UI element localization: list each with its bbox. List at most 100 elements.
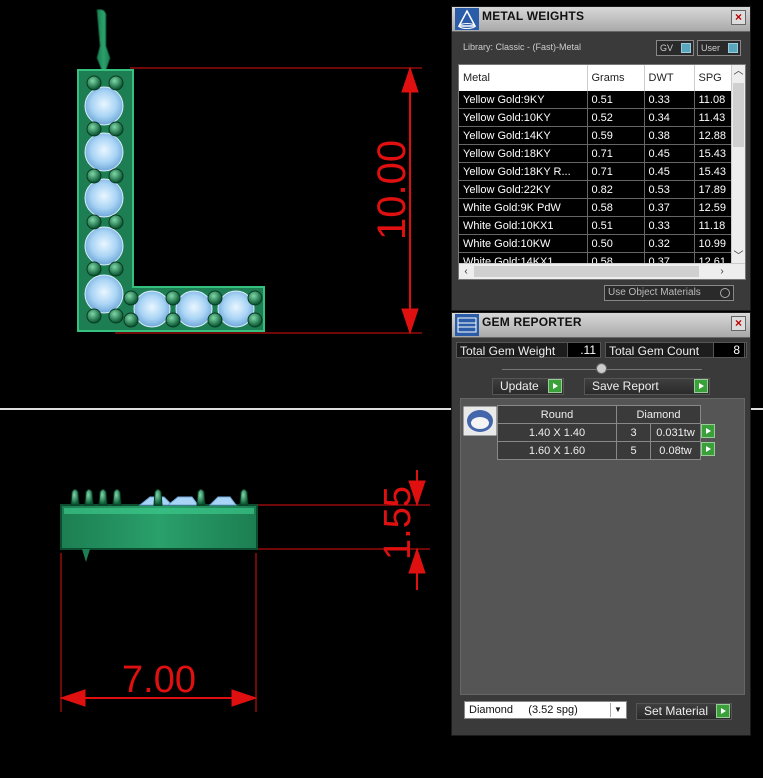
- total-gem-count-label: Total Gem Count: [609, 344, 700, 358]
- cell-dwt: 0.33: [644, 216, 695, 235]
- material-select[interactable]: Diamond (3.52 spg) ▼: [464, 701, 627, 719]
- gem-report-header-row: Round Diamond: [497, 405, 717, 424]
- gem-report-area: Round Diamond 1.40 X 1.40 3 0.031tw 1.60…: [460, 398, 745, 695]
- horizontal-scroll-thumb[interactable]: [474, 266, 699, 277]
- dimension-label-700: 7.00: [122, 659, 196, 701]
- table-row[interactable]: Yellow Gold:18KY R... 0.71 0.45 15.43: [459, 162, 735, 181]
- radio-icon: [720, 288, 730, 298]
- total-gem-weight-label: Total Gem Weight: [460, 344, 556, 358]
- update-label: Update: [500, 379, 539, 393]
- splitter-knob-icon[interactable]: [596, 363, 607, 374]
- use-object-materials-toggle[interactable]: Use Object Materials: [604, 285, 734, 301]
- cell-spg: 15.43: [694, 144, 735, 163]
- cell-spg: 11.08: [694, 91, 735, 109]
- cell-spg: 12.59: [694, 198, 735, 217]
- table-row: 1.60 X 1.60 5 0.08tw: [497, 441, 717, 460]
- cell-metal: White Gold:10KX1: [459, 216, 588, 235]
- metal-weights-table[interactable]: Metal Grams DWT SPG Yellow Gold:9KY 0.51 0…: [458, 64, 746, 280]
- gem-reporter-title: GEM REPORTER: [482, 315, 582, 329]
- table-row[interactable]: Yellow Gold:22KY 0.82 0.53 17.89: [459, 180, 735, 199]
- cell-grams: 0.71: [587, 144, 645, 163]
- gem-reporter-titlebar[interactable]: GEM REPORTER ×: [452, 313, 750, 338]
- column-header-grams[interactable]: Grams: [587, 65, 645, 91]
- cell-grams: 0.51: [587, 91, 645, 109]
- library-label: Library: Classic - (Fast)-Metal: [463, 42, 582, 52]
- scroll-left-icon[interactable]: ‹: [459, 264, 473, 279]
- metal-weights-title: METAL WEIGHTS: [482, 9, 585, 23]
- horizontal-scrollbar[interactable]: ‹ ›: [459, 263, 745, 279]
- diamond-shape-icon[interactable]: [463, 406, 497, 436]
- scroll-up-icon[interactable]: ︿: [732, 65, 745, 79]
- table-row[interactable]: White Gold:9K PdW 0.58 0.37 12.59: [459, 198, 735, 217]
- gv-label: GV: [660, 43, 674, 53]
- gv-toggle[interactable]: GV: [656, 40, 694, 56]
- gem-count: 3: [616, 423, 651, 442]
- close-icon[interactable]: ×: [731, 10, 746, 25]
- cell-spg: 11.43: [694, 108, 735, 127]
- table-row[interactable]: White Gold:10KW 0.50 0.32 10.99: [459, 234, 735, 253]
- gem-reporter-panel: GEM REPORTER × Total Gem Weight .11 Tota…: [451, 312, 751, 736]
- user-indicator-icon: [728, 43, 738, 53]
- cell-grams: 0.51: [587, 216, 645, 235]
- cell-grams: 0.52: [587, 108, 645, 127]
- scroll-right-icon[interactable]: ›: [715, 264, 729, 279]
- column-header-metal[interactable]: Metal: [459, 65, 588, 91]
- gem-reporter-icon: [455, 314, 479, 336]
- set-material-play-icon[interactable]: [716, 704, 730, 718]
- l-pendant-top-view[interactable]: [77, 9, 265, 332]
- row-play-icon[interactable]: [701, 423, 715, 438]
- close-icon[interactable]: ×: [731, 316, 746, 331]
- cell-grams: 0.59: [587, 126, 645, 145]
- cell-dwt: 0.38: [644, 126, 695, 145]
- table-row[interactable]: Yellow Gold:18KY 0.71 0.45 15.43: [459, 144, 735, 163]
- cell-dwt: 0.53: [644, 180, 695, 199]
- bail-loop: [96, 9, 111, 78]
- cell-dwt: 0.45: [644, 162, 695, 181]
- column-header-spg[interactable]: SPG: [694, 65, 735, 91]
- vertical-scrollbar[interactable]: ︿ ﹀: [731, 65, 745, 264]
- save-report-button[interactable]: Save Report: [584, 378, 710, 395]
- cell-metal: Yellow Gold:10KY: [459, 108, 588, 127]
- use-object-materials-label: Use Object Materials: [608, 287, 701, 298]
- cell-dwt: 0.33: [644, 91, 695, 109]
- l-pendant-side-view[interactable]: [60, 489, 258, 563]
- update-play-icon[interactable]: [548, 379, 562, 393]
- cell-spg: 17.89: [694, 180, 735, 199]
- cell-spg: 10.99: [694, 234, 735, 253]
- total-gem-weight-value: .11: [567, 342, 601, 358]
- gv-indicator-icon: [681, 43, 691, 53]
- table-row[interactable]: White Gold:10KX1 0.51 0.33 11.18: [459, 216, 735, 235]
- user-toggle[interactable]: User: [697, 40, 741, 56]
- save-report-play-icon[interactable]: [694, 379, 708, 393]
- gem-weight: 0.08tw: [650, 441, 701, 460]
- dimension-label-10: 10.00: [370, 140, 414, 240]
- material-header: Diamond: [616, 405, 701, 424]
- cell-grams: 0.71: [587, 162, 645, 181]
- table-row[interactable]: Yellow Gold:10KY 0.52 0.34 11.43: [459, 108, 735, 127]
- gem-report-table: Round Diamond 1.40 X 1.40 3 0.031tw 1.60…: [497, 405, 717, 460]
- vertical-scroll-thumb[interactable]: [733, 83, 744, 147]
- cell-metal: Yellow Gold:22KY: [459, 180, 588, 199]
- column-header-dwt[interactable]: DWT: [644, 65, 695, 91]
- table-row[interactable]: Yellow Gold:14KY 0.59 0.38 12.88: [459, 126, 735, 145]
- cell-spg: 15.43: [694, 162, 735, 181]
- total-gem-count-value: 8: [713, 342, 745, 358]
- metal-weights-panel: METAL WEIGHTS × Library: Classic - (Fast…: [451, 6, 751, 311]
- cell-grams: 0.50: [587, 234, 645, 253]
- shape-header: Round: [497, 405, 617, 424]
- cell-metal: Yellow Gold:9KY: [459, 91, 588, 109]
- cell-dwt: 0.34: [644, 108, 695, 127]
- row-play-icon[interactable]: [701, 441, 715, 456]
- set-material-label: Set Material: [644, 704, 709, 718]
- cell-spg: 11.18: [694, 216, 735, 235]
- metal-weights-titlebar[interactable]: METAL WEIGHTS ×: [452, 7, 750, 32]
- cell-metal: Yellow Gold:18KY R...: [459, 162, 588, 181]
- scroll-down-icon[interactable]: ﹀: [732, 250, 745, 264]
- chevron-down-icon[interactable]: ▼: [610, 703, 625, 717]
- gem-count: 5: [616, 441, 651, 460]
- table-row[interactable]: Yellow Gold:9KY 0.51 0.33 11.08: [459, 91, 735, 109]
- cell-grams: 0.82: [587, 180, 645, 199]
- cell-grams: 0.58: [587, 198, 645, 217]
- cell-metal: White Gold:10KW: [459, 234, 588, 253]
- table-row: 1.40 X 1.40 3 0.031tw: [497, 423, 717, 442]
